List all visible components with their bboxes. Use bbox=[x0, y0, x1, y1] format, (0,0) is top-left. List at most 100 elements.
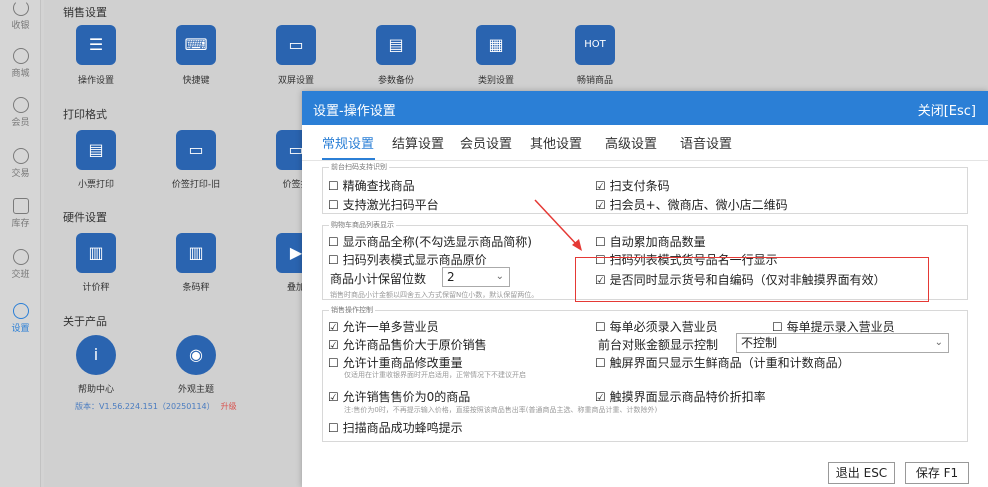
left-nav: 收银 商城 会员 交易 库存 交班 设置 bbox=[0, 0, 41, 487]
member-icon bbox=[12, 97, 29, 113]
tile-label: 双屏设置 bbox=[277, 76, 314, 86]
section-sales: 销售设置 bbox=[63, 6, 107, 19]
inventory-icon bbox=[12, 198, 29, 214]
shift-icon bbox=[12, 249, 29, 265]
gear-icon bbox=[12, 303, 29, 319]
tile-label: 参数备份 bbox=[377, 76, 414, 86]
nav-item-mall[interactable]: 商城 bbox=[0, 48, 41, 79]
dialog-header: 设置-操作设置 关闭[Esc] bbox=[302, 91, 988, 125]
auto-accumulate-checkbox[interactable]: ☐ 自动累加商品数量 bbox=[595, 233, 706, 250]
group-title: 购物车商品列表显示 bbox=[329, 220, 396, 230]
nav-item-trade[interactable]: 交易 bbox=[0, 148, 41, 179]
nav-item-shift[interactable]: 交班 bbox=[0, 249, 41, 280]
exact-search-checkbox[interactable]: ☐ 精确查找商品 bbox=[328, 177, 415, 194]
price-tag-old-tile[interactable]: ▭ bbox=[176, 130, 216, 170]
zero-price-checkbox[interactable]: ☑ 允许销售售价为0的商品 bbox=[328, 388, 470, 405]
param-backup-tile[interactable]: ▤ bbox=[376, 25, 416, 65]
chevron-down-icon: ⌄ bbox=[934, 337, 943, 348]
weight-hint: 仅适用在计重收银界面时开启适用，正常情况下不建议开启 bbox=[344, 371, 526, 379]
tile-label: 操作设置 bbox=[77, 76, 114, 86]
multi-clerk-checkbox[interactable]: ☑ 允许一单多营业员 bbox=[328, 318, 439, 335]
amount-control-select[interactable]: 不控制 ⌄ bbox=[736, 333, 949, 353]
tile-label: 类别设置 bbox=[477, 76, 514, 86]
cash-register-icon bbox=[12, 0, 29, 16]
checkbox-icon: ☐ bbox=[595, 356, 606, 370]
nav-item-settings[interactable]: 设置 bbox=[0, 303, 41, 334]
store-icon bbox=[12, 48, 29, 64]
tab-general[interactable]: 常规设置 bbox=[322, 133, 374, 152]
tab-member[interactable]: 会员设置 bbox=[460, 133, 512, 152]
checkbox-icon: ☑ bbox=[328, 320, 339, 334]
group-title: 前台扫码支持识别 bbox=[329, 162, 389, 172]
barcode-scale-tile[interactable]: ▥ bbox=[176, 233, 216, 273]
section-about: 关于产品 bbox=[63, 315, 107, 328]
amount-control-label: 前台对账金额显示控制 bbox=[598, 338, 719, 352]
checkbox-icon: ☑ bbox=[595, 390, 606, 404]
upgrade-link[interactable]: 升级 bbox=[221, 402, 237, 411]
tile-label: 畅销商品 bbox=[576, 76, 613, 86]
zero-price-hint: 注:售价为0时，不再提示输入价格，直接按照该商品售出率(普通商品主选、称重商品计… bbox=[344, 406, 658, 414]
checkbox-icon: ☐ bbox=[328, 179, 339, 193]
annotation-highlight-box bbox=[575, 257, 929, 302]
save-button[interactable]: 保存 F1 bbox=[905, 462, 969, 484]
group-title: 销售操作控制 bbox=[329, 305, 375, 315]
tile-label: 计价秤 bbox=[82, 283, 110, 293]
tile-label: 小票打印 bbox=[77, 180, 114, 190]
help-center-tile[interactable]: i bbox=[76, 335, 116, 375]
checkbox-icon: ☑ bbox=[595, 179, 606, 193]
tab-advanced[interactable]: 高级设置 bbox=[605, 133, 657, 152]
scan-payment-checkbox[interactable]: ☑ 扫支付条码 bbox=[595, 177, 670, 194]
chevron-down-icon: ⌄ bbox=[495, 271, 504, 282]
close-button[interactable]: 关闭[Esc] bbox=[918, 100, 976, 119]
dialog-title: 设置-操作设置 bbox=[313, 104, 396, 119]
yen-icon bbox=[12, 148, 29, 164]
best-sellers-tile[interactable]: HOT bbox=[575, 25, 615, 65]
special-discount-checkbox[interactable]: ☑ 触摸界面显示商品特价折扣率 bbox=[595, 388, 766, 405]
checkbox-icon: ☐ bbox=[595, 320, 606, 334]
scan-member-checkbox[interactable]: ☑ 扫会员+、微商店、微小店二维码 bbox=[595, 196, 788, 213]
tile-label: 快捷键 bbox=[182, 76, 210, 86]
section-hardware: 硬件设置 bbox=[63, 211, 107, 224]
category-settings-tile[interactable]: ▦ bbox=[476, 25, 516, 65]
beep-checkbox[interactable]: ☐ 扫描商品成功蜂鸣提示 bbox=[328, 419, 463, 436]
tile-label: 价签打印-旧 bbox=[171, 180, 221, 190]
full-name-checkbox[interactable]: ☐ 显示商品全称(不勾选显示商品简称) bbox=[328, 233, 532, 250]
nav-item-cashier[interactable]: 收银 bbox=[0, 0, 41, 31]
exit-button[interactable]: 退出 ESC bbox=[828, 462, 895, 484]
tile-label: 外观主题 bbox=[177, 385, 214, 395]
checkbox-icon: ☑ bbox=[328, 390, 339, 404]
price-over-original-checkbox[interactable]: ☑ 允许商品售价大于原价销售 bbox=[328, 336, 487, 353]
checkbox-icon: ☐ bbox=[772, 320, 783, 334]
checkbox-icon: ☑ bbox=[328, 338, 339, 352]
decimal-label: 商品小计保留位数 bbox=[330, 272, 427, 286]
version-text: 版本：V1.56.224.151（20250114） 升级 bbox=[75, 402, 237, 411]
checkbox-icon: ☐ bbox=[328, 253, 339, 267]
section-print: 打印格式 bbox=[63, 108, 107, 121]
decimal-select[interactable]: 2 ⌄ bbox=[442, 267, 510, 287]
tile-label: 条码秤 bbox=[182, 283, 210, 293]
nav-item-stock[interactable]: 库存 bbox=[0, 198, 41, 229]
operation-settings-tile[interactable]: ☰ bbox=[76, 25, 116, 65]
tab-voice[interactable]: 语音设置 bbox=[680, 133, 732, 152]
require-clerk-checkbox[interactable]: ☐ 每单必须录入营业员 bbox=[595, 318, 718, 335]
laser-scan-checkbox[interactable]: ☐ 支持激光扫码平台 bbox=[328, 196, 439, 213]
checkbox-icon: ☐ bbox=[328, 356, 339, 370]
pricing-scale-tile[interactable]: ▥ bbox=[76, 233, 116, 273]
theme-tile[interactable]: ◉ bbox=[176, 335, 216, 375]
original-price-checkbox[interactable]: ☐ 扫码列表模式显示商品原价 bbox=[328, 251, 487, 268]
tab-other[interactable]: 其他设置 bbox=[530, 133, 582, 152]
checkbox-icon: ☐ bbox=[328, 198, 339, 212]
fresh-only-checkbox[interactable]: ☐ 触屏界面只显示生鲜商品（计重和计数商品） bbox=[595, 354, 850, 371]
tab-checkout[interactable]: 结算设置 bbox=[392, 133, 444, 152]
dual-screen-tile[interactable]: ▭ bbox=[276, 25, 316, 65]
checkbox-icon: ☐ bbox=[328, 235, 339, 249]
modify-weight-checkbox[interactable]: ☐ 允许计重商品修改重量 bbox=[328, 354, 463, 371]
nav-item-member[interactable]: 会员 bbox=[0, 97, 41, 128]
checkbox-icon: ☐ bbox=[595, 235, 606, 249]
checkbox-icon: ☑ bbox=[595, 198, 606, 212]
decimal-hint: 销售时商品小计金额以四舍五入方式保留N位小数，默认保留两位。 bbox=[330, 291, 539, 299]
receipt-print-tile[interactable]: ▤ bbox=[76, 130, 116, 170]
checkbox-icon: ☐ bbox=[328, 421, 339, 435]
shortcut-tile[interactable]: ⌨ bbox=[176, 25, 216, 65]
tile-label: 帮助中心 bbox=[77, 385, 114, 395]
